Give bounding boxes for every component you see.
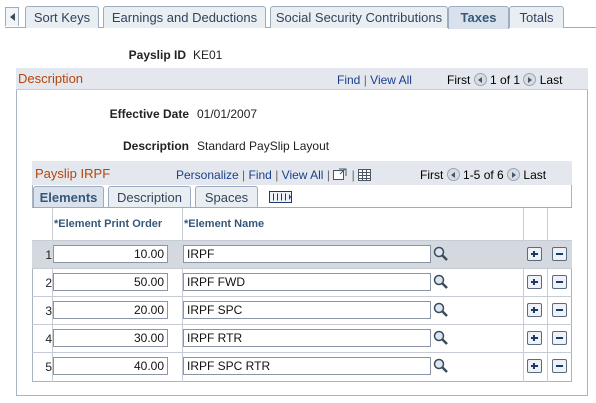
show-all-columns-icon[interactable] — [265, 188, 295, 206]
magnifier-icon[interactable] — [433, 358, 449, 374]
first-label: First — [447, 73, 471, 87]
plus-icon-stem — [533, 335, 535, 341]
grid-tab-description[interactable]: Description — [108, 186, 191, 208]
tab-totals[interactable]: Totals — [509, 6, 564, 28]
spreadsheet-icon[interactable] — [358, 169, 372, 181]
element-print-order-input[interactable]: 10.00 — [53, 245, 168, 263]
add-row-button[interactable] — [527, 331, 542, 345]
table-row: 2 50.00 IRPF FWD — [32, 268, 572, 296]
prev-row-button[interactable] — [473, 73, 487, 86]
element-print-order-input[interactable]: 30.00 — [53, 329, 168, 347]
description-label: Description — [122, 139, 189, 153]
tab-taxes[interactable]: Taxes — [448, 6, 509, 29]
minus-icon — [556, 253, 563, 255]
element-name-input[interactable]: IRPF SPC RTR — [183, 357, 431, 375]
element-name-input[interactable]: IRPF SPC — [183, 301, 431, 319]
find-link[interactable]: Find — [337, 73, 360, 87]
table-row: 5 40.00 IRPF SPC RTR — [32, 352, 572, 380]
toolbar-separator: | — [351, 168, 355, 182]
payslip-id-label: Payslip ID — [128, 48, 186, 62]
payslip-id-value: KE01 — [193, 48, 223, 62]
delete-row-button[interactable] — [552, 303, 567, 317]
element-name-input[interactable]: IRPF RTR — [183, 329, 431, 347]
delete-row-button[interactable] — [552, 247, 567, 261]
tab-social-security[interactable]: Social Security Contributions — [270, 6, 448, 28]
arrow-left-icon — [477, 77, 482, 83]
table-row: 3 20.00 IRPF SPC — [32, 296, 572, 324]
grid-tab-spaces[interactable]: Spaces — [195, 186, 258, 208]
row-range: 1 of 1 — [490, 73, 521, 87]
description-value: Standard PaySlip Layout — [197, 139, 330, 153]
grid-title: Payslip IRPF — [35, 166, 111, 181]
description-pager: First 1 of 1 Last — [447, 73, 562, 87]
grid-toolbar: Personalize | Find | View All | | — [176, 168, 372, 182]
plus-icon-stem — [533, 363, 535, 369]
tab-sort-keys[interactable]: Sort Keys — [25, 6, 99, 28]
grid-prev-button[interactable] — [446, 168, 460, 181]
add-row-button[interactable] — [527, 275, 542, 289]
arrow-right-icon — [528, 77, 533, 83]
toolbar-separator: | — [275, 168, 279, 182]
element-name-input[interactable]: IRPF — [183, 245, 431, 263]
grid-view-all-link[interactable]: View All — [282, 168, 324, 182]
description-group-nav: Find | View All — [337, 73, 412, 87]
toolbar-separator: | — [242, 168, 246, 182]
minus-icon — [556, 337, 563, 339]
minus-icon — [556, 281, 563, 283]
view-all-link[interactable]: View All — [370, 73, 412, 87]
row-number: 1 — [45, 248, 52, 262]
plus-icon-stem — [533, 307, 535, 313]
nav-separator: | — [363, 73, 367, 87]
arrow-right-icon — [512, 172, 517, 178]
element-print-order-input[interactable]: 50.00 — [53, 273, 168, 291]
add-row-button[interactable] — [527, 359, 542, 373]
magnifier-icon[interactable] — [433, 330, 449, 346]
row-number: 2 — [45, 276, 52, 290]
delete-row-button[interactable] — [552, 275, 567, 289]
magnifier-icon[interactable] — [433, 302, 449, 318]
plus-icon-stem — [533, 279, 535, 285]
column-header-print-order[interactable]: *Element Print Order — [54, 218, 162, 230]
next-row-button[interactable] — [523, 73, 537, 86]
grid-pager: First 1-5 of 6 Last — [420, 168, 546, 182]
minus-icon — [556, 309, 563, 311]
grid-next-button[interactable] — [507, 168, 521, 181]
description-group-title: Description — [18, 71, 84, 86]
toolbar-separator: | — [326, 168, 330, 182]
tab-earnings-deductions[interactable]: Earnings and Deductions — [103, 6, 266, 28]
personalize-link[interactable]: Personalize — [176, 168, 239, 182]
grid-tab-elements[interactable]: Elements — [33, 186, 104, 208]
grid-row-range: 1-5 of 6 — [463, 168, 504, 182]
effective-date-label: Effective Date — [109, 107, 189, 121]
page-tabs: Sort Keys Earnings and Deductions Social… — [5, 5, 596, 29]
arrow-left-icon — [9, 13, 15, 21]
minus-icon — [556, 365, 563, 367]
plus-icon-stem — [533, 251, 535, 257]
grid-last-label: Last — [523, 168, 547, 182]
delete-row-button[interactable] — [552, 331, 567, 345]
zoom-icon[interactable] — [333, 168, 348, 181]
delete-row-button[interactable] — [552, 359, 567, 373]
arrow-left-icon — [450, 172, 455, 178]
element-name-input[interactable]: IRPF FWD — [183, 273, 431, 291]
element-print-order-input[interactable]: 20.00 — [53, 301, 168, 319]
grid-column-headers: *Element Print Order *Element Name — [32, 208, 572, 240]
row-number: 5 — [45, 360, 52, 374]
add-row-button[interactable] — [527, 303, 542, 317]
column-header-element-name[interactable]: *Element Name — [184, 218, 264, 230]
table-row: 4 30.00 IRPF RTR — [32, 324, 572, 352]
add-row-button[interactable] — [527, 247, 542, 261]
element-print-order-input[interactable]: 40.00 — [53, 357, 168, 375]
tabs-scroll-left-button[interactable] — [5, 7, 19, 26]
grid-find-link[interactable]: Find — [249, 168, 272, 182]
row-number: 3 — [45, 304, 52, 318]
magnifier-icon[interactable] — [433, 246, 449, 262]
row-number: 4 — [45, 332, 52, 346]
last-label: Last — [539, 73, 563, 87]
grid-first-label: First — [420, 168, 444, 182]
magnifier-icon[interactable] — [433, 274, 449, 290]
table-row: 1 10.00 IRPF — [32, 240, 572, 268]
effective-date-value: 01/01/2007 — [197, 107, 258, 121]
